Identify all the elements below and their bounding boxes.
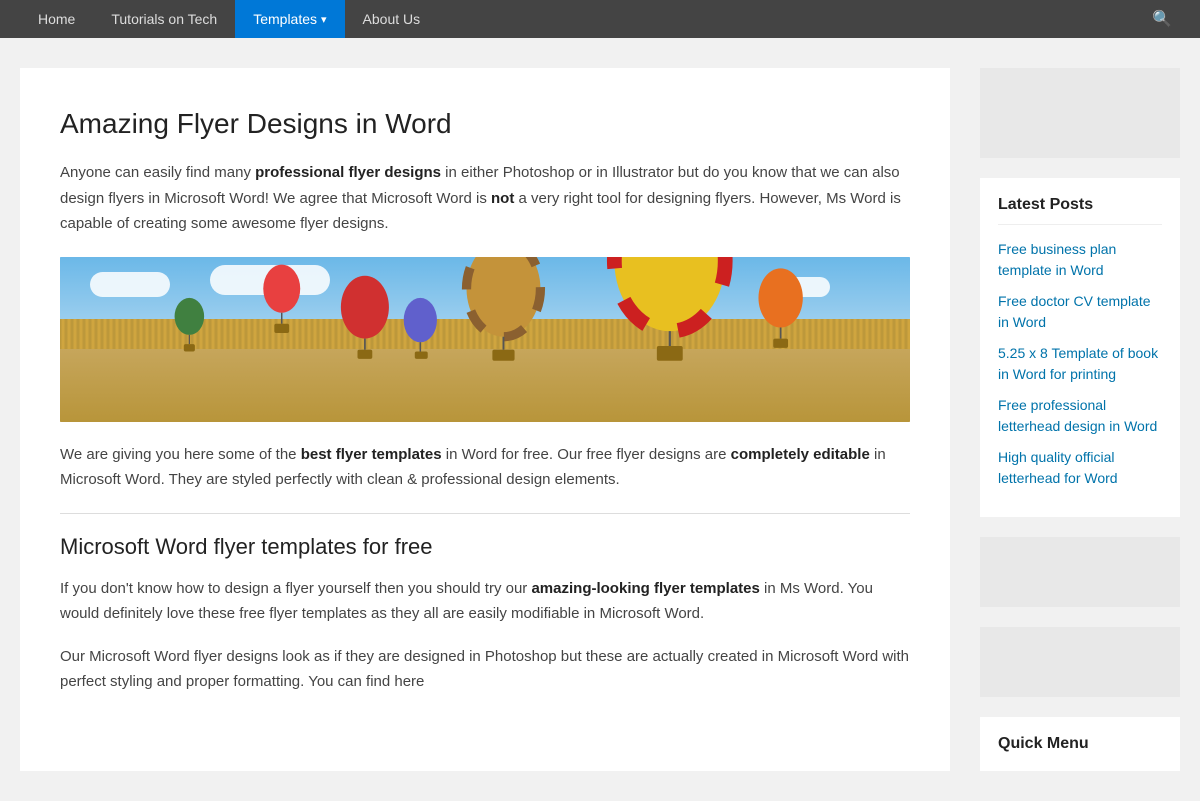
nav-item-about[interactable]: About Us	[345, 0, 439, 38]
section2-body-1: If you don't know how to design a flyer …	[60, 576, 910, 627]
sidebar-ad-top	[980, 68, 1180, 158]
intro-bold-2: not	[491, 190, 514, 207]
sidebar-post-1[interactable]: Free doctor CV template in Word	[998, 291, 1162, 333]
nav-item-about-label: About Us	[363, 11, 421, 27]
body-bold-2: completely editable	[731, 446, 870, 463]
intro-text-1: Anyone can easily find many	[60, 164, 255, 181]
search-icon[interactable]: 🔍	[1144, 9, 1180, 29]
nav-bar: Home Tutorials on Tech Templates ▾ About…	[0, 0, 1200, 38]
balloon-4-body	[341, 275, 389, 338]
latest-posts-title: Latest Posts	[998, 196, 1162, 225]
nav-item-tutorials[interactable]: Tutorials on Tech	[93, 0, 235, 38]
sidebar-quick-menu: Quick Menu	[980, 717, 1180, 771]
sidebar-post-2[interactable]: 5.25 x 8 Template of book in Word for pr…	[998, 343, 1162, 385]
section2-text-1: If you don't know how to design a flyer …	[60, 580, 531, 597]
sidebar-post-4[interactable]: High quality official letterhead for Wor…	[998, 447, 1162, 489]
body-text-2: in Word for free. Our free flyer designs…	[442, 446, 731, 463]
balloon-7-body	[175, 297, 205, 334]
section2-body-2: Our Microsoft Word flyer designs look as…	[60, 644, 910, 695]
body-bold-1: best flyer templates	[301, 446, 442, 463]
article-divider	[60, 513, 910, 514]
article-title: Amazing Flyer Designs in Word	[60, 108, 910, 140]
nav-item-home-label: Home	[38, 11, 75, 27]
nav-item-templates-label: Templates	[253, 11, 317, 27]
page-wrapper: Amazing Flyer Designs in Word Anyone can…	[0, 38, 1200, 801]
chevron-down-icon: ▾	[321, 13, 327, 26]
sidebar-ad-mid	[980, 537, 1180, 607]
sidebar-post-0[interactable]: Free business plan template in Word	[998, 239, 1162, 281]
sidebar-latest-posts: Latest Posts Free business plan template…	[980, 178, 1180, 517]
nav-item-templates[interactable]: Templates ▾	[235, 0, 344, 38]
nav-items: Home Tutorials on Tech Templates ▾ About…	[20, 0, 1144, 38]
article-body: We are giving you here some of the best …	[60, 442, 910, 493]
main-content: Amazing Flyer Designs in Word Anyone can…	[20, 68, 950, 771]
section2-bold-1: amazing-looking flyer templates	[531, 580, 759, 597]
balloon-5-body	[404, 297, 437, 341]
balloon-6-body	[758, 268, 802, 327]
sidebar: Latest Posts Free business plan template…	[980, 68, 1180, 771]
nav-item-home[interactable]: Home	[20, 0, 93, 38]
balloons-svg	[60, 257, 910, 422]
nav-item-tutorials-label: Tutorials on Tech	[111, 11, 217, 27]
body-text-1: We are giving you here some of the	[60, 446, 301, 463]
section2-title: Microsoft Word flyer templates for free	[60, 534, 910, 560]
balloon-1-body	[263, 264, 300, 312]
intro-bold-1: professional flyer designs	[255, 164, 441, 181]
sidebar-post-3[interactable]: Free professional letterhead design in W…	[998, 395, 1162, 437]
article-intro: Anyone can easily find many professional…	[60, 160, 910, 237]
quick-menu-title: Quick Menu	[998, 735, 1162, 753]
article-image	[60, 257, 910, 422]
sidebar-ad-bot	[980, 627, 1180, 697]
